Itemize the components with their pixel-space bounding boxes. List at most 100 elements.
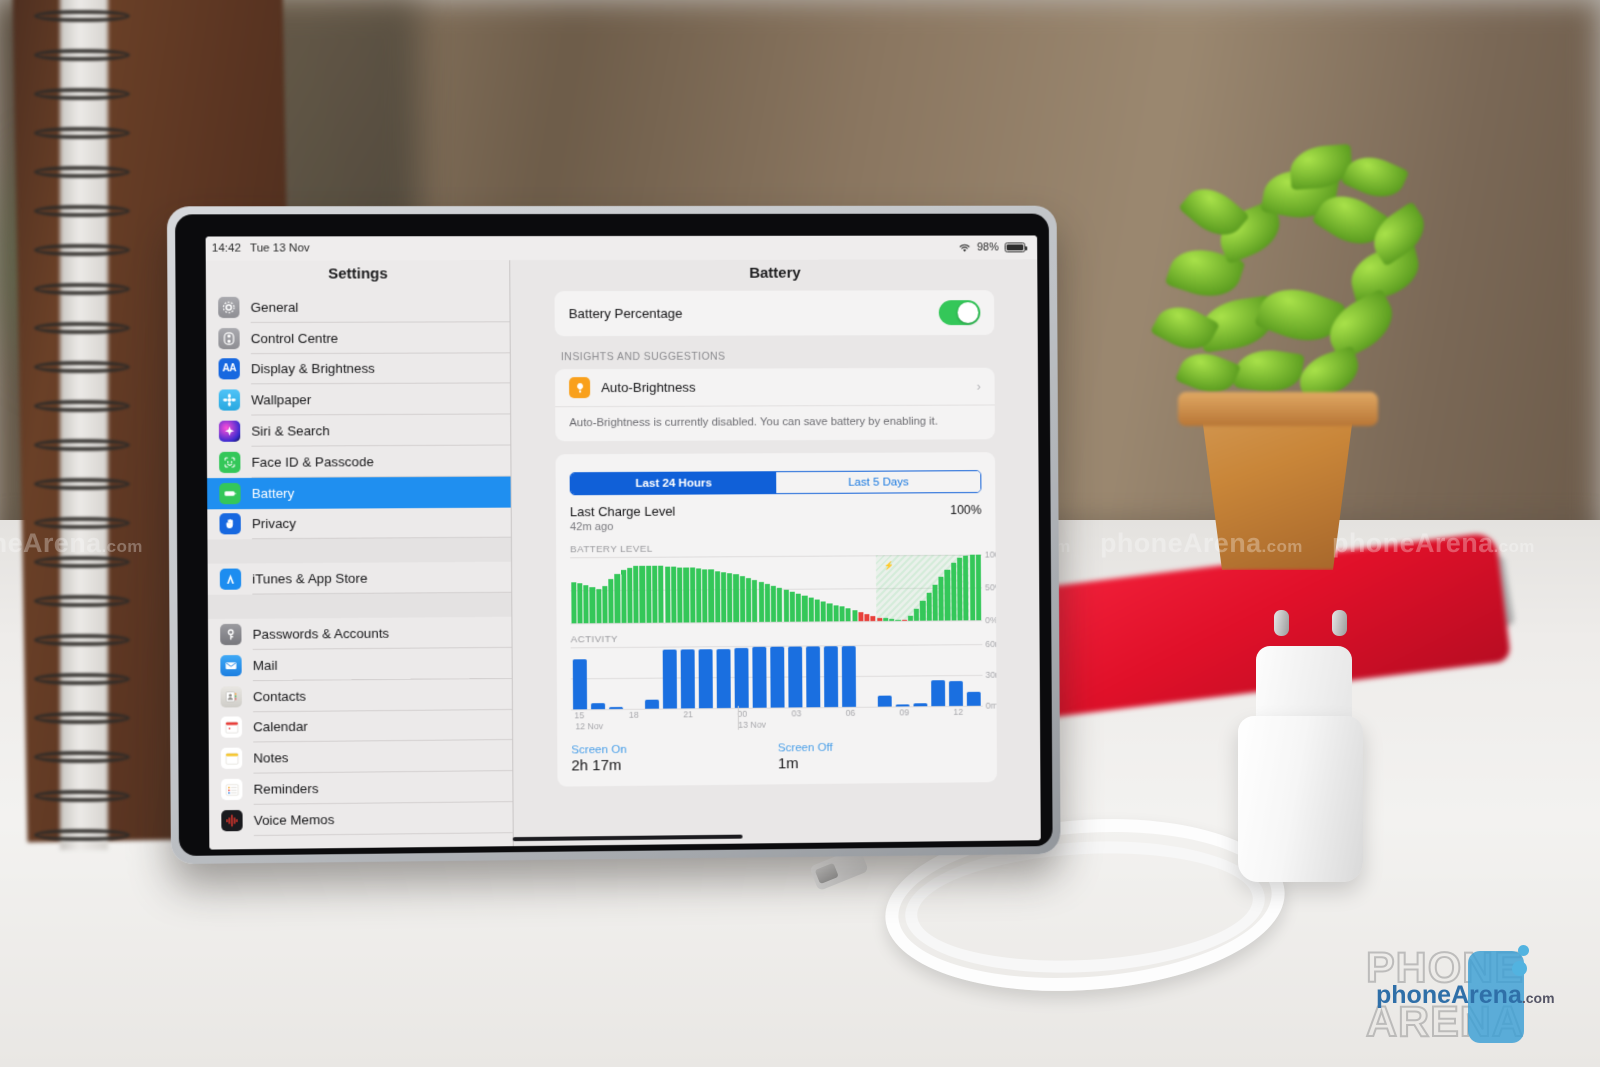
x-axis-day-label: 13 Nov	[738, 719, 767, 730]
chart-bar	[845, 608, 851, 622]
chart-bar	[633, 566, 639, 623]
sidebar-item-label: General	[250, 299, 299, 315]
sidebar-item-label: Battery	[251, 485, 295, 501]
chart-bar	[698, 649, 713, 709]
chart-bar	[752, 646, 767, 708]
screen-off-stat: Screen Off 1m	[777, 740, 983, 772]
sidebar-item-voice-memos[interactable]: Voice Memos	[209, 802, 513, 836]
tablet-device: 14:42 Tue 13 Nov 98% Settings General Co…	[166, 205, 1061, 865]
y-tick-label: 0m	[985, 700, 998, 711]
battery-usage-card: Last 24 Hours Last 5 Days Last Charge Lev…	[555, 452, 998, 787]
chart-bar	[770, 585, 777, 622]
chart-bar	[783, 589, 789, 622]
x-tick-label: 12	[953, 706, 964, 717]
sidebar-list: General Control Centre AA Display & Brightn…	[206, 291, 513, 849]
chart-bar	[824, 646, 838, 708]
settings-sidebar: Settings General Control Centre AA Display …	[205, 260, 514, 850]
segment-last-5-days[interactable]: Last 5 Days	[776, 471, 981, 494]
battery-percentage-toggle[interactable]	[938, 300, 981, 326]
screen-off-label: Screen Off	[777, 740, 833, 755]
power-adapter	[1238, 716, 1363, 882]
battery-percentage-row[interactable]: Battery Percentage	[554, 290, 994, 336]
sidebar-item-display-brightness[interactable]: AA Display & Brightness	[206, 353, 510, 385]
sidebar-title: Settings	[328, 265, 388, 283]
sidebar-item-label: Display & Brightness	[250, 361, 375, 377]
chart-bar	[652, 565, 658, 623]
x-tick-label: 09	[899, 707, 910, 718]
sidebar-group-separator	[207, 592, 512, 620]
sidebar-item-mail[interactable]: Mail	[208, 648, 512, 681]
page-title: Battery	[749, 264, 801, 282]
chart-bar	[889, 618, 895, 621]
chart-bar	[833, 604, 839, 622]
reminders-icon	[221, 778, 243, 801]
status-bar: 14:42 Tue 13 Nov 98%	[205, 235, 1038, 261]
sidebar-item-itunes-app-store[interactable]: iTunes & App Store	[208, 562, 512, 595]
activity-y-axis: 0m 30m 60m	[983, 639, 997, 711]
battery-percentage-card: Battery Percentage	[554, 290, 995, 337]
sidebar-item-label: Reminders	[253, 781, 319, 797]
sidebar-item-control-centre[interactable]: Control Centre	[206, 322, 510, 354]
x-tick-label: 18	[628, 709, 639, 720]
sidebar-item-label: Voice Memos	[253, 811, 335, 828]
chart-bar	[570, 582, 577, 624]
plant-pot-rim	[1178, 392, 1378, 426]
segment-last-24-hours[interactable]: Last 24 Hours	[570, 472, 777, 495]
x-tick-label: 21	[683, 709, 694, 720]
sidebar-item-general[interactable]: General	[206, 291, 510, 323]
chart-bar	[620, 570, 627, 623]
chart-bar	[858, 612, 864, 622]
time-range-segmented-control[interactable]: Last 24 Hours Last 5 Days	[569, 470, 982, 496]
chart-bar	[716, 649, 731, 709]
plug-pin-tip-left	[1274, 610, 1289, 636]
chart-bar	[720, 572, 727, 623]
sidebar-item-notes[interactable]: Notes	[209, 740, 513, 774]
calendar-icon	[220, 716, 243, 739]
sidebar-item-siri-search[interactable]: Siri & Search	[207, 415, 511, 447]
chart-bar	[969, 554, 976, 621]
sidebar-item-face-id-passcode[interactable]: Face ID & Passcode	[207, 445, 511, 477]
battery-icon	[1004, 242, 1026, 253]
last-charge-time: 42m ago	[569, 521, 614, 534]
chevron-right-icon: ›	[976, 378, 981, 394]
chart-bar	[770, 646, 785, 708]
chart-bar	[602, 586, 608, 624]
chart-bar	[752, 579, 758, 622]
chart-bar	[957, 558, 963, 621]
battery-level-y-axis: 0% 50% 100%	[983, 549, 998, 625]
voicememos-icon	[221, 809, 243, 832]
chart-bar	[842, 646, 856, 707]
chart-bar	[583, 584, 589, 624]
sidebar-item-privacy[interactable]: Privacy	[207, 507, 511, 540]
screen-on-label: Screen On	[571, 742, 627, 757]
sidebar-item-reminders[interactable]: Reminders	[209, 771, 513, 805]
sliders-icon	[218, 327, 240, 349]
y-tick-label: 50%	[984, 582, 998, 593]
aa-icon: AA	[218, 358, 240, 380]
hand-icon	[219, 513, 241, 535]
sidebar-item-calendar[interactable]: Calendar	[209, 710, 513, 744]
sidebar-item-contacts[interactable]: Contacts	[208, 679, 512, 713]
chart-bar	[967, 691, 981, 706]
chart-bar	[627, 567, 633, 623]
sidebar-item-passwords-accounts[interactable]: Passwords & Accounts	[208, 617, 512, 650]
sidebar-item-battery[interactable]: Battery	[207, 476, 511, 509]
chart-bar	[802, 595, 808, 622]
battery-chart-bars	[570, 554, 982, 624]
auto-brightness-row[interactable]: Auto-Brightness ›	[554, 367, 995, 408]
sidebar-item-wallpaper[interactable]: Wallpaper	[207, 384, 511, 416]
chart-bar	[664, 566, 671, 623]
mail-icon	[220, 654, 242, 677]
x-tick-label: 03	[791, 708, 802, 719]
chart-bar	[931, 680, 945, 707]
gear-icon	[218, 296, 240, 318]
sidebar-item-label: Control Centre	[250, 330, 339, 346]
leaf	[1233, 345, 1305, 397]
faceid-icon	[219, 451, 241, 473]
chart-bar	[932, 585, 938, 621]
plant-leaves	[1140, 140, 1460, 430]
chart-bar	[695, 568, 702, 623]
chart-bar	[670, 566, 677, 623]
x-axis-day-divider	[738, 705, 740, 730]
chart-bar	[820, 601, 827, 622]
